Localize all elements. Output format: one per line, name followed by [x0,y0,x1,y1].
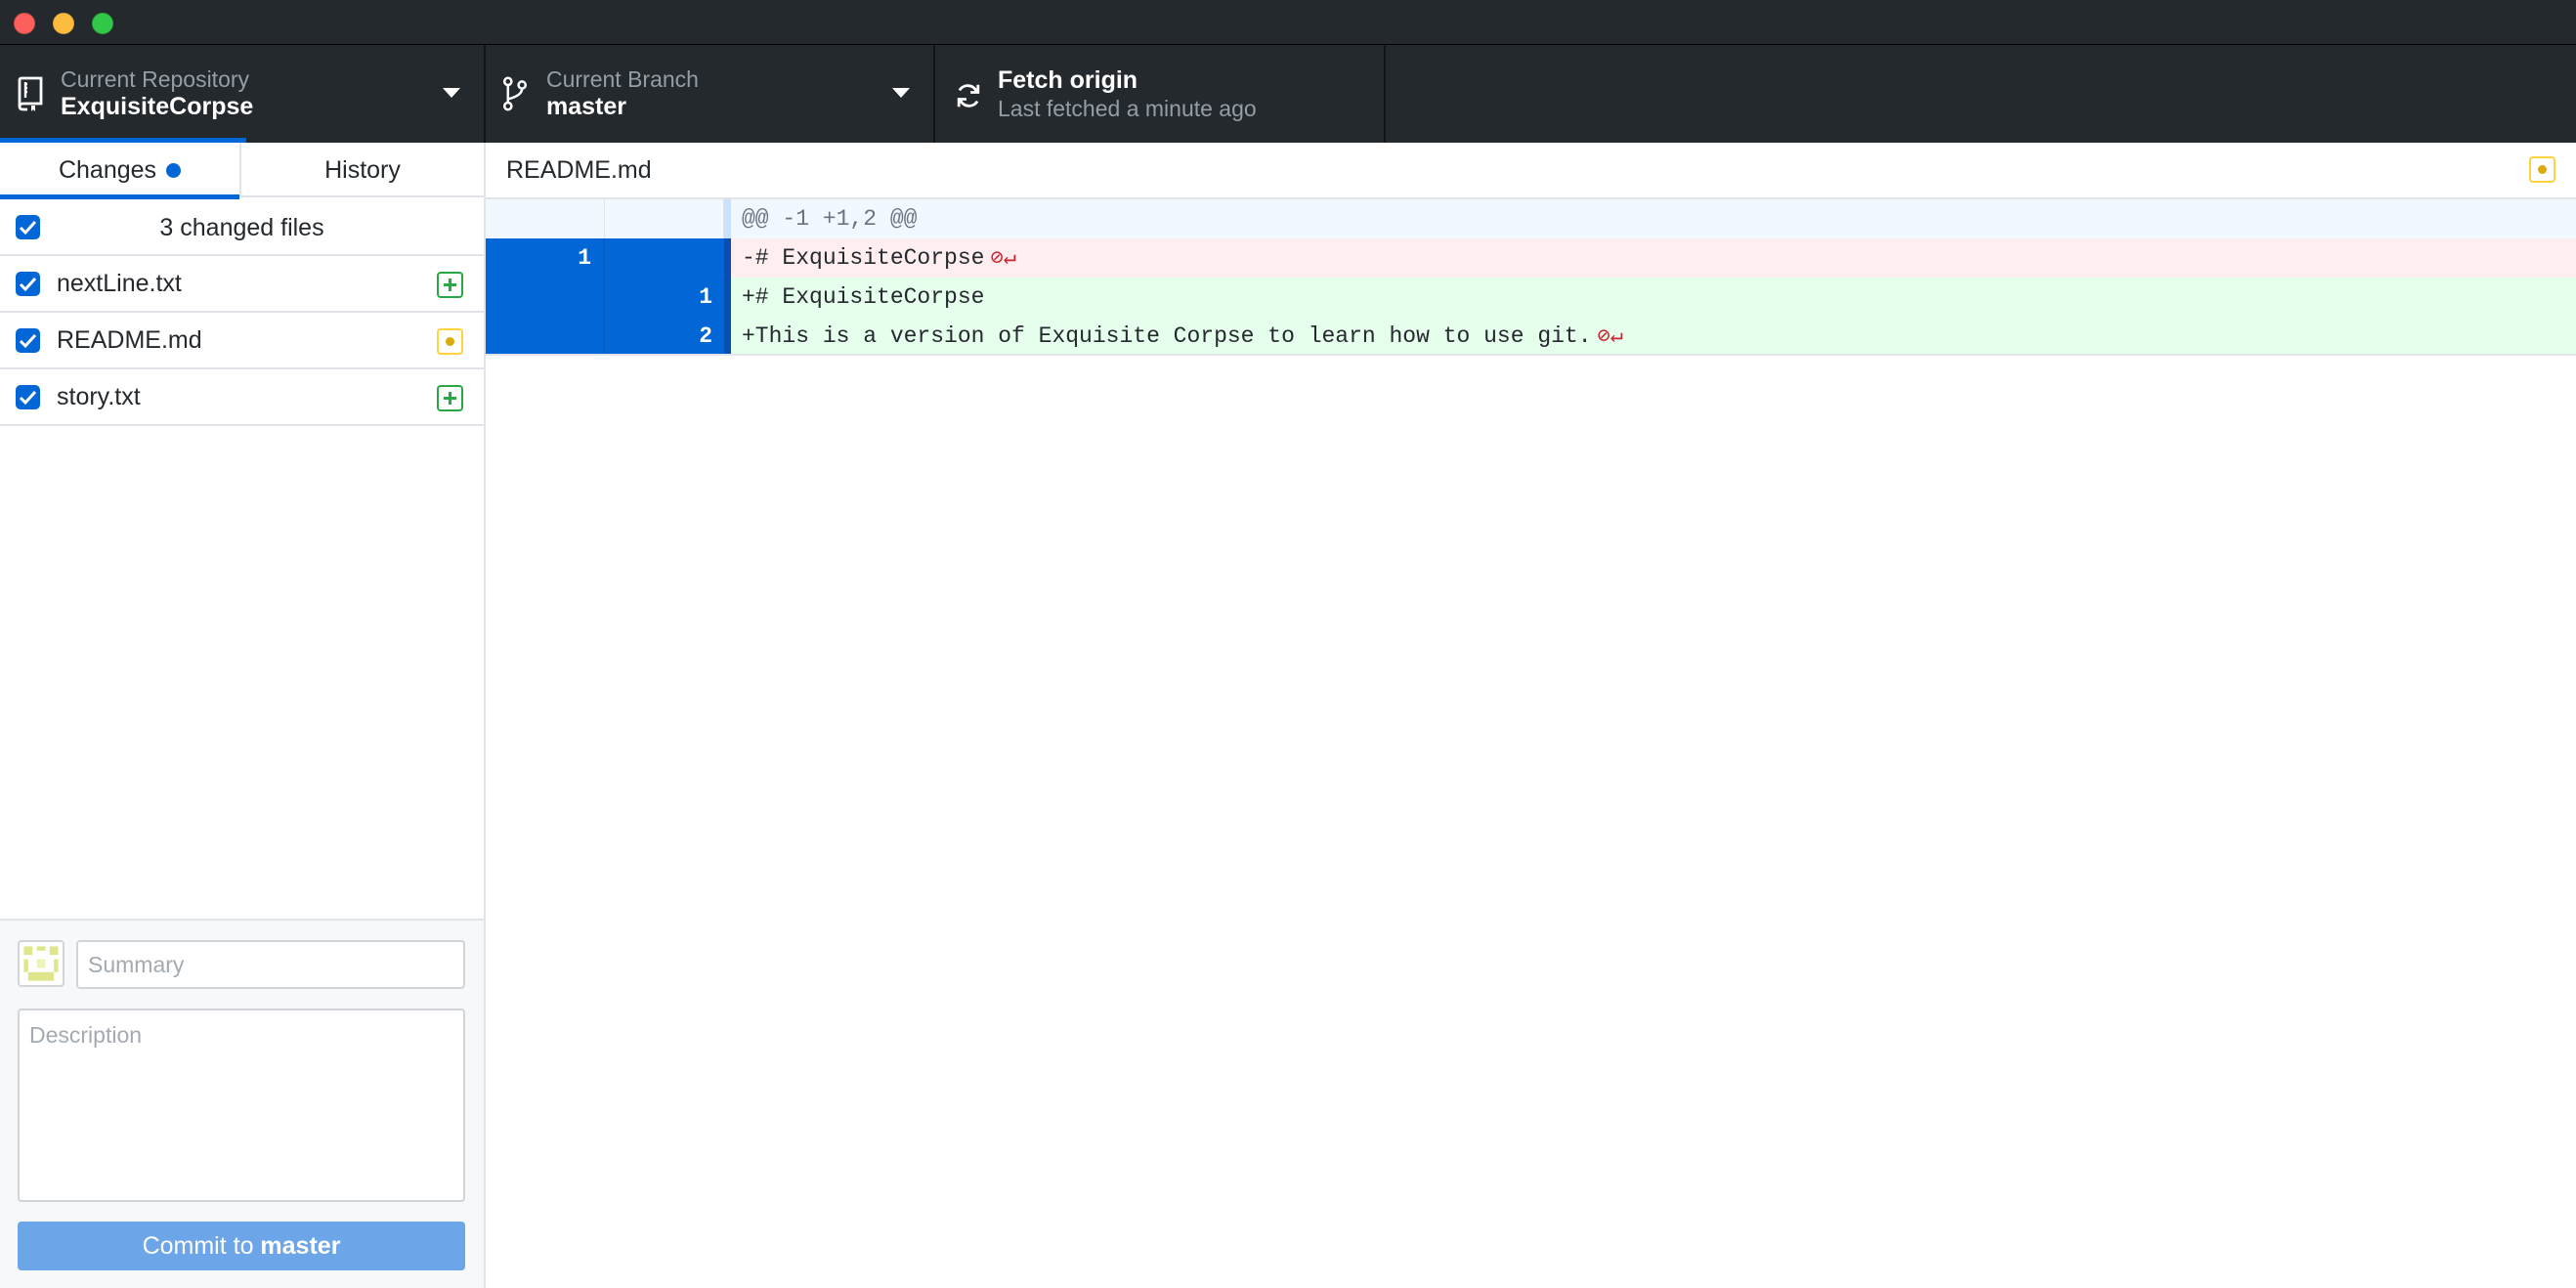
selection-bar [724,317,731,356]
diff-line-content: -# ExquisiteCorpse ⊘↵ [742,238,1016,278]
no-newline-icon: ⊘↵ [1597,324,1624,349]
commit-form: Commit to master [0,919,484,1288]
file-list-item[interactable]: README.md [0,313,484,369]
sync-icon [957,84,980,107]
diff-line-text: +# ExquisiteCorpse [742,284,985,310]
identicon-icon [23,946,59,981]
selection-bar [724,238,731,278]
chevron-down-icon [443,88,460,98]
file-modified-icon [437,328,463,355]
close-window-button[interactable] [14,13,35,34]
repository-selector[interactable]: Current Repository ExquisiteCorpse [0,45,486,143]
file-name: README.md [57,326,202,354]
diff-line-content: +This is a version of Exquisite Corpse t… [742,317,1623,356]
hunk-header-row: @@ -1 +1,2 @@ [486,199,2576,238]
diff-divider [486,354,2576,356]
old-line-number[interactable] [486,317,605,356]
branch-selector[interactable]: Current Branch master [486,45,935,143]
diff-header: README.md [486,143,2576,199]
hunk-bar [724,199,731,238]
changed-files-header: 3 changed files [0,199,484,256]
commit-button-prefix: Commit to [142,1231,261,1260]
tab-changes[interactable]: Changes [0,143,241,199]
chevron-down-icon [892,88,910,98]
checkmark-icon [19,277,37,292]
sidebar: Changes History 3 changed files nextLine… [0,143,486,1288]
repository-name: ExquisiteCorpse [61,93,254,120]
file-checkbox[interactable] [16,272,40,296]
tab-bar: Changes History [0,143,484,199]
checkmark-icon [19,390,37,406]
diff-line-text: +This is a version of Exquisite Corpse t… [742,323,1592,349]
new-line-gutter [605,199,724,238]
toolbar: Current Repository ExquisiteCorpse Curre… [0,45,2576,143]
branch-name: master [546,93,626,120]
last-fetched-text: Last fetched a minute ago [998,96,1257,121]
maximize-window-button[interactable] [92,13,113,34]
new-line-number[interactable]: 2 [605,317,724,356]
fetch-origin-button[interactable]: Fetch origin Last fetched a minute ago [935,45,1386,143]
file-checkbox[interactable] [16,328,40,353]
avatar [18,940,64,987]
tab-history-label: History [324,155,401,184]
no-newline-icon: ⊘↵ [990,246,1016,271]
checkmark-icon [19,333,37,349]
new-line-number[interactable]: 1 [605,278,724,317]
selection-bar [724,278,731,317]
diff-line-added[interactable]: 2 +This is a version of Exquisite Corpse… [486,317,2576,356]
hunk-header: @@ -1 +1,2 @@ [742,206,918,232]
diff-line-added[interactable]: 1 +# ExquisiteCorpse [486,278,2576,317]
title-bar [0,0,2576,45]
file-name: nextLine.txt [57,270,182,297]
tab-history[interactable]: History [241,143,484,197]
old-line-number[interactable] [486,278,605,317]
tab-changes-label: Changes [58,155,157,184]
file-list-item[interactable]: nextLine.txt [0,256,484,313]
file-name: story.txt [57,383,141,410]
new-line-number[interactable] [605,238,724,278]
changes-indicator-dot [166,162,182,178]
branch-label: Current Branch [546,66,699,92]
description-input[interactable] [18,1009,465,1202]
old-line-gutter [486,199,605,238]
file-added-icon [437,385,463,411]
diff-line-text: -# ExquisiteCorpse [742,245,985,271]
file-list-item[interactable]: story.txt [0,369,484,426]
repository-label: Current Repository [61,66,250,92]
commit-button[interactable]: Commit to master [18,1222,465,1270]
file-modified-icon [2529,156,2555,183]
diff-file-name: README.md [506,156,652,184]
commit-button-branch: master [260,1231,341,1260]
diff-line-deleted[interactable]: 1 -# ExquisiteCorpse ⊘↵ [486,238,2576,278]
fetch-title: Fetch origin [998,66,1138,94]
file-checkbox[interactable] [16,385,40,409]
old-line-number[interactable]: 1 [486,238,605,278]
changed-files-count: 3 changed files [159,214,324,241]
repository-icon [18,76,43,111]
file-added-icon [437,272,463,298]
minimize-window-button[interactable] [53,13,74,34]
diff-line-content: +# ExquisiteCorpse [742,278,984,317]
diff-view: README.md @@ -1 +1,2 @@ 1 -# ExquisiteCo… [486,143,2576,1288]
summary-input[interactable] [76,940,465,989]
git-branch-icon [502,76,528,111]
